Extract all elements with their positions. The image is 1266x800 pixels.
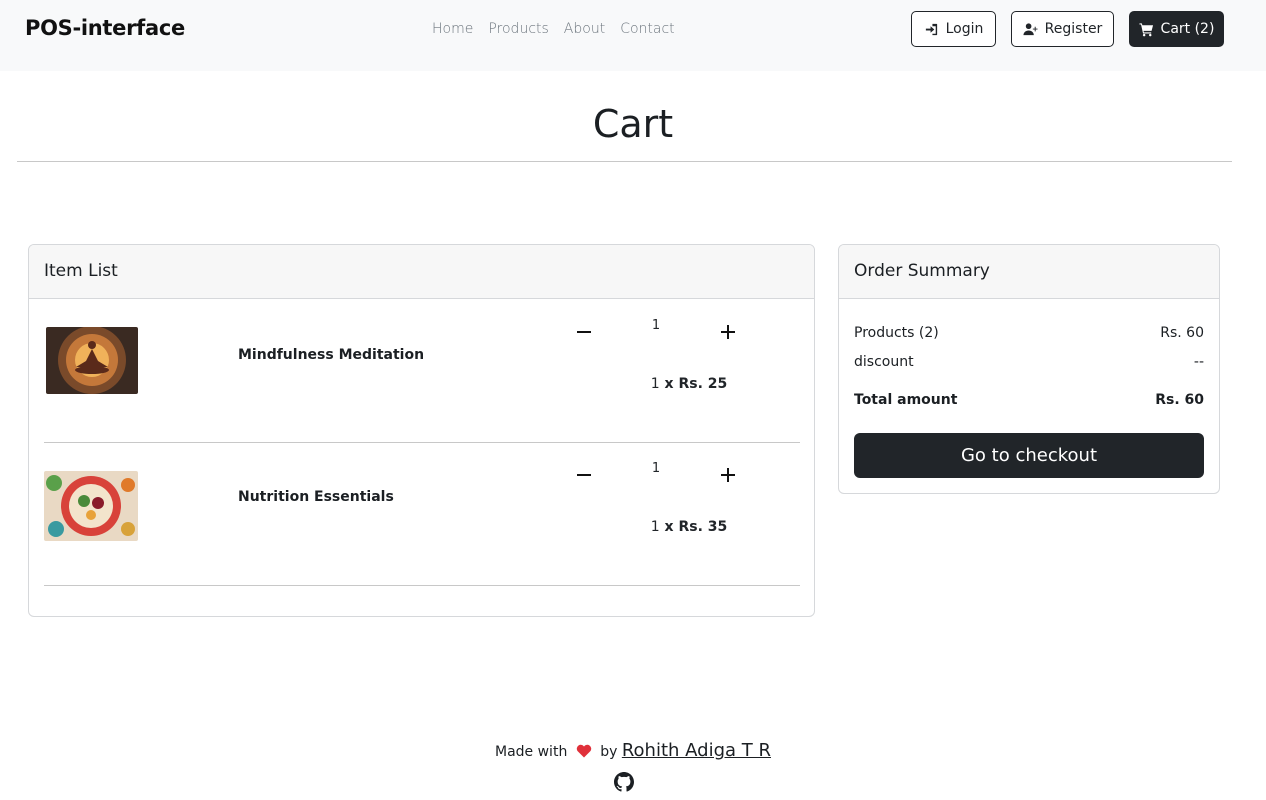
cart-button[interactable]: Cart (2) <box>1129 11 1224 47</box>
increase-quantity-button[interactable] <box>718 322 738 342</box>
products-row: Products (2) Rs. 60 <box>854 325 1204 341</box>
item-name: Mindfulness Meditation <box>238 347 425 363</box>
products-label: Products (2) <box>854 325 939 341</box>
nav-link-contact[interactable]: Contact <box>620 21 674 37</box>
line-quantity: 1 <box>650 376 660 392</box>
quantity-value: 1 <box>651 318 661 333</box>
line-unit-price: x Rs. 25 <box>659 376 728 392</box>
item-list-card: Item List Mindfulness Meditation 1 1 x R… <box>28 244 815 617</box>
cart-label: Cart (2) <box>1160 21 1215 37</box>
item-image-meditation <box>46 327 138 394</box>
decrease-quantity-button[interactable] <box>574 322 594 342</box>
nav-link-home[interactable]: Home <box>432 21 473 37</box>
products-value: Rs. 60 <box>1160 325 1204 341</box>
sign-in-icon <box>925 23 937 35</box>
discount-label: discount <box>854 354 914 370</box>
checkout-button[interactable]: Go to checkout <box>854 433 1204 478</box>
total-label: Total amount <box>854 392 958 408</box>
login-button[interactable]: Login <box>911 11 996 47</box>
login-label: Login <box>945 21 984 37</box>
line-price: 1 x Rs. 35 <box>634 519 744 535</box>
brand-logo[interactable]: POS-interface <box>25 16 185 40</box>
nav-link-products[interactable]: Products <box>488 21 548 37</box>
footer: Made with by Rohith Adiga T R <box>0 740 1266 761</box>
made-with-text: Made with <box>495 744 568 760</box>
line-unit-price: x Rs. 35 <box>659 519 728 535</box>
heart-icon <box>576 744 591 758</box>
nav-link-about[interactable]: About <box>564 21 605 37</box>
total-row: Total amount Rs. 60 <box>854 392 1204 408</box>
user-plus-icon <box>1023 22 1038 35</box>
register-button[interactable]: Register <box>1011 11 1114 47</box>
increase-quantity-button[interactable] <box>718 465 738 485</box>
cart-item-row: Mindfulness Meditation 1 1 x Rs. 25 <box>44 300 800 443</box>
plus-icon <box>721 468 735 482</box>
order-summary-card: Order Summary Products (2) Rs. 60 discou… <box>838 244 1220 494</box>
navbar: POS-interface Home Products About Contac… <box>0 0 1266 71</box>
shopping-cart-icon <box>1139 22 1153 36</box>
author-link[interactable]: Rohith Adiga T R <box>622 740 771 761</box>
item-name: Nutrition Essentials <box>238 489 394 505</box>
page-title: Cart <box>592 102 674 146</box>
plus-icon <box>721 325 735 339</box>
minus-icon <box>577 331 591 333</box>
total-value: Rs. 60 <box>1155 392 1204 408</box>
decrease-quantity-button[interactable] <box>574 465 594 485</box>
cart-item-row: Nutrition Essentials 1 1 x Rs. 35 <box>44 443 800 586</box>
line-price: 1 x Rs. 25 <box>634 376 744 392</box>
github-icon[interactable] <box>614 772 634 792</box>
discount-value: -- <box>1193 354 1204 370</box>
title-divider <box>17 161 1232 162</box>
item-image-nutrition <box>44 471 138 541</box>
minus-icon <box>577 474 591 476</box>
quantity-value: 1 <box>651 461 661 476</box>
nav-links: Home Products About Contact <box>432 21 675 37</box>
item-list-header: Item List <box>29 245 814 299</box>
discount-row: discount -- <box>854 354 1204 370</box>
by-text: by <box>600 744 618 760</box>
order-summary-header: Order Summary <box>839 245 1219 299</box>
register-label: Register <box>1044 21 1103 37</box>
line-quantity: 1 <box>650 519 660 535</box>
